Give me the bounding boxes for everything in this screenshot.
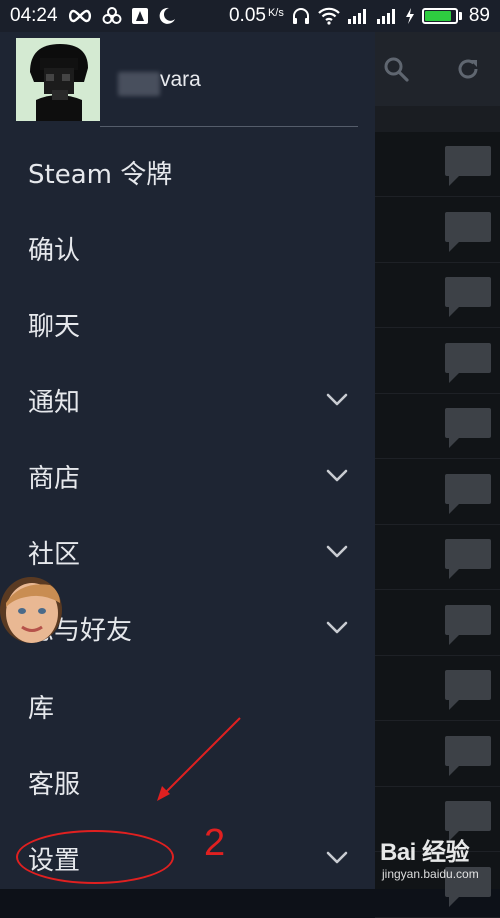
watermark-sub: jingyan.baidu.com: [382, 867, 479, 881]
annotation-ellipse: [16, 830, 174, 884]
annotation-arrow: [157, 717, 241, 801]
watermark-main: Bai 经验: [380, 839, 470, 866]
annotation-number: 2: [204, 822, 226, 864]
baidu-watermark: Bai 经验 jingyan.baidu.com: [380, 832, 479, 881]
